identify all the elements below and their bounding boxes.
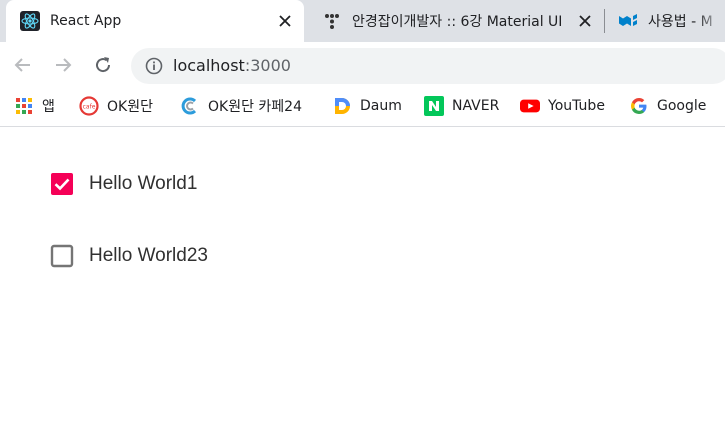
tistory-icon [322,11,342,31]
checkbox-unchecked[interactable] [40,234,84,278]
url-text: localhost:3000 [173,56,291,75]
google-icon [629,96,649,116]
bookmark-naver[interactable]: NAVER [424,95,499,117]
page-content: Hello World1 Hello World23 [0,128,725,429]
youtube-icon [520,96,540,116]
checkbox-checked[interactable] [40,162,84,206]
bookmark-label: Google [657,98,707,114]
bookmark-label: NAVER [452,98,500,114]
close-icon[interactable] [576,12,594,30]
bookmark-label: OK원단 [107,99,153,115]
svg-text:cafe: cafe [83,104,96,111]
tab-tistory[interactable]: 안경잡이개발자 :: 6강 Material UI [304,0,604,42]
checkbox-checked-icon [51,173,73,195]
bookmark-daum[interactable]: Daum [332,95,402,117]
bookmark-label: YouTube [548,98,605,114]
forward-button[interactable] [50,52,76,78]
cafe-icon: cafe [79,96,99,116]
apps-grid-icon [14,96,34,116]
address-bar[interactable]: localhost:3000 [131,48,725,84]
reload-button[interactable] [90,52,116,78]
checkbox-label[interactable]: Hello World23 [89,245,208,267]
browser-toolbar: localhost:3000 [0,42,725,87]
tab-mui[interactable]: 사용법 - M [606,0,725,42]
react-icon [20,11,40,31]
bookmark-label: OK원단 카페24 [208,99,302,115]
bookmark-label: Daum [360,98,402,114]
bookmarks-bar: 앱 cafe OK원단 OK원단 카페24 Daum NAVER YouTube [0,87,725,127]
bookmark-label: 앱 [42,99,55,115]
url-host: localhost [173,56,245,75]
back-button[interactable] [10,52,36,78]
close-icon[interactable] [276,12,294,30]
daum-icon [332,96,352,116]
tab-title: 안경잡이개발자 :: 6강 Material UI [352,14,563,30]
tab-separator [604,9,605,33]
bookmark-okwondan[interactable]: cafe OK원단 [79,95,153,117]
cafe24-icon [180,96,200,116]
reload-icon [96,57,111,73]
bookmark-youtube[interactable]: YouTube [520,95,605,117]
naver-icon [424,96,444,116]
bookmark-okwondan-cafe24[interactable]: OK원단 카페24 [180,95,302,117]
info-icon[interactable] [145,57,163,75]
bookmark-apps[interactable]: 앱 [14,95,55,117]
forward-arrow-icon [56,58,72,72]
back-arrow-icon [14,58,30,72]
bookmark-google[interactable]: Google [629,95,706,117]
checkbox-unchecked-icon [50,244,74,268]
tab-strip: React App 안경잡이개발자 :: 6강 Material UI 사용법 … [0,0,725,42]
tab-react-app[interactable]: React App [6,0,304,42]
mui-icon [618,11,638,31]
tab-title: React App [50,13,122,29]
checkbox-row-hello-world1: Hello World1 [40,162,197,206]
checkbox-row-hello-world23: Hello World23 [40,234,208,278]
url-port: :3000 [244,56,291,75]
checkbox-label[interactable]: Hello World1 [89,173,197,195]
